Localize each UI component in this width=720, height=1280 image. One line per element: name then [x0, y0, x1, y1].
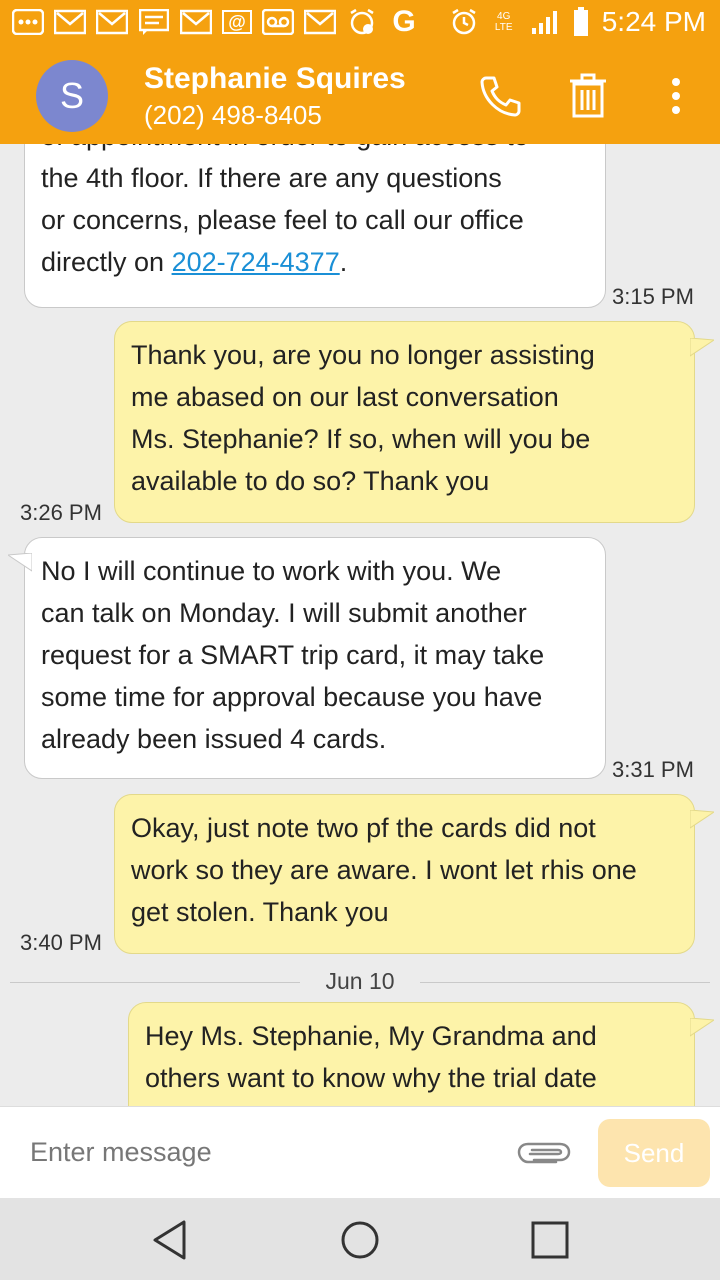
alarm-clock-icon — [448, 8, 480, 36]
message-line: available to do so? Thank you — [131, 466, 490, 496]
network-type-label: 4G LTE — [494, 11, 513, 33]
contact-name: Stephanie Squires — [144, 62, 406, 95]
notification-icons: @ G — [12, 5, 420, 38]
gmail-icon — [96, 8, 128, 36]
message-line: the 4th floor. If there are any question… — [41, 163, 502, 193]
contact-phone: (202) 498-8405 — [144, 100, 322, 130]
phone-icon — [480, 76, 521, 117]
message-line: No I will continue to work with you. We — [41, 556, 502, 586]
email-icon: @ — [222, 10, 252, 34]
clock: 5:24 PM — [601, 6, 706, 37]
bubble-tail — [690, 338, 714, 357]
paperclip-icon — [517, 1142, 571, 1164]
message-timestamp: 3:26 PM — [20, 500, 102, 525]
delete-button[interactable] — [562, 70, 614, 122]
bubble-tail — [8, 553, 32, 572]
gmail-icon — [54, 8, 86, 36]
trash-icon — [570, 73, 606, 118]
google-icon: G — [392, 5, 416, 38]
battery-icon — [572, 7, 590, 36]
system-icons: 4G LTE 5:24 PM — [448, 6, 706, 38]
outgoing-message[interactable]: Okay, just note two pf the cards did not… — [114, 794, 695, 954]
gmail-icon — [180, 8, 212, 36]
incoming-message[interactable]: No I will continue to work with you. We … — [24, 537, 606, 779]
avatar[interactable]: S — [36, 60, 108, 132]
message-line: or concerns, please feel to call our off… — [41, 205, 524, 235]
home-icon — [341, 1221, 379, 1259]
overflow-menu-button[interactable] — [650, 70, 702, 122]
phone-link[interactable]: 202-724-4377 — [172, 247, 340, 277]
message-line: others want to know why the trial date — [145, 1063, 597, 1093]
date-label: Jun 10 — [300, 968, 420, 995]
message-line: directly on 202-724-4377. — [41, 241, 589, 283]
bubble-tail — [690, 1018, 714, 1037]
message-timestamp: 3:31 PM — [612, 757, 694, 782]
message-line: get stolen. Thank you — [131, 897, 389, 927]
message-icon — [138, 8, 170, 36]
recents-button[interactable] — [526, 1216, 574, 1264]
message-line: Hey Ms. Stephanie, My Grandma and — [145, 1021, 597, 1051]
send-button[interactable]: Send — [598, 1119, 710, 1187]
message-text: . — [339, 247, 348, 277]
more-vert-icon — [672, 78, 680, 114]
message-line: Thank you, are you no longer assisting — [131, 340, 595, 370]
back-icon — [153, 1220, 186, 1260]
message-timestamp: 3:40 PM — [20, 930, 102, 955]
outgoing-message[interactable]: Thank you, are you no longer assisting m… — [114, 321, 695, 523]
message-line: of appointment in order to gain access t… — [41, 144, 589, 157]
navigation-bar — [0, 1198, 720, 1280]
message-list[interactable]: of appointment in order to gain access t… — [0, 144, 720, 1106]
message-line: can talk on Monday. I will submit anothe… — [41, 598, 527, 628]
message-line: Ms. Stephanie? If so, when will you be — [131, 424, 591, 454]
alarm-icon — [346, 8, 378, 36]
message-line: some time for approval because you have — [41, 682, 543, 712]
status-bar: @ G 4G LTE 5:24 PM — [0, 0, 720, 48]
call-button[interactable] — [474, 70, 526, 122]
back-button[interactable] — [146, 1216, 194, 1264]
message-line: work so they are aware. I wont let rhis … — [131, 855, 637, 885]
message-input[interactable] — [30, 1127, 490, 1177]
message-line: Okay, just note two pf the cards did not — [131, 813, 596, 843]
message-line: request for a SMART trip card, it may ta… — [41, 640, 545, 670]
message-text: directly on — [41, 247, 172, 277]
home-button[interactable] — [336, 1216, 384, 1264]
conversation-header: S Stephanie Squires (202) 498-8405 — [0, 48, 720, 144]
signal-icon — [528, 8, 560, 36]
recents-icon — [531, 1221, 569, 1259]
outgoing-message[interactable]: Hey Ms. Stephanie, My Grandma and others… — [128, 1002, 695, 1106]
voicemail-icon — [262, 8, 294, 36]
incoming-message[interactable]: of appointment in order to gain access t… — [24, 144, 606, 308]
gmail-icon — [304, 8, 336, 36]
message-line: me abased on our last conversation — [131, 382, 559, 412]
message-line: already been issued 4 cards. — [41, 724, 387, 754]
more-icon — [12, 8, 44, 36]
message-composer: Send — [0, 1106, 720, 1198]
attach-button[interactable] — [514, 1133, 574, 1173]
message-timestamp: 3:15 PM — [612, 284, 694, 309]
bubble-tail — [690, 810, 714, 829]
